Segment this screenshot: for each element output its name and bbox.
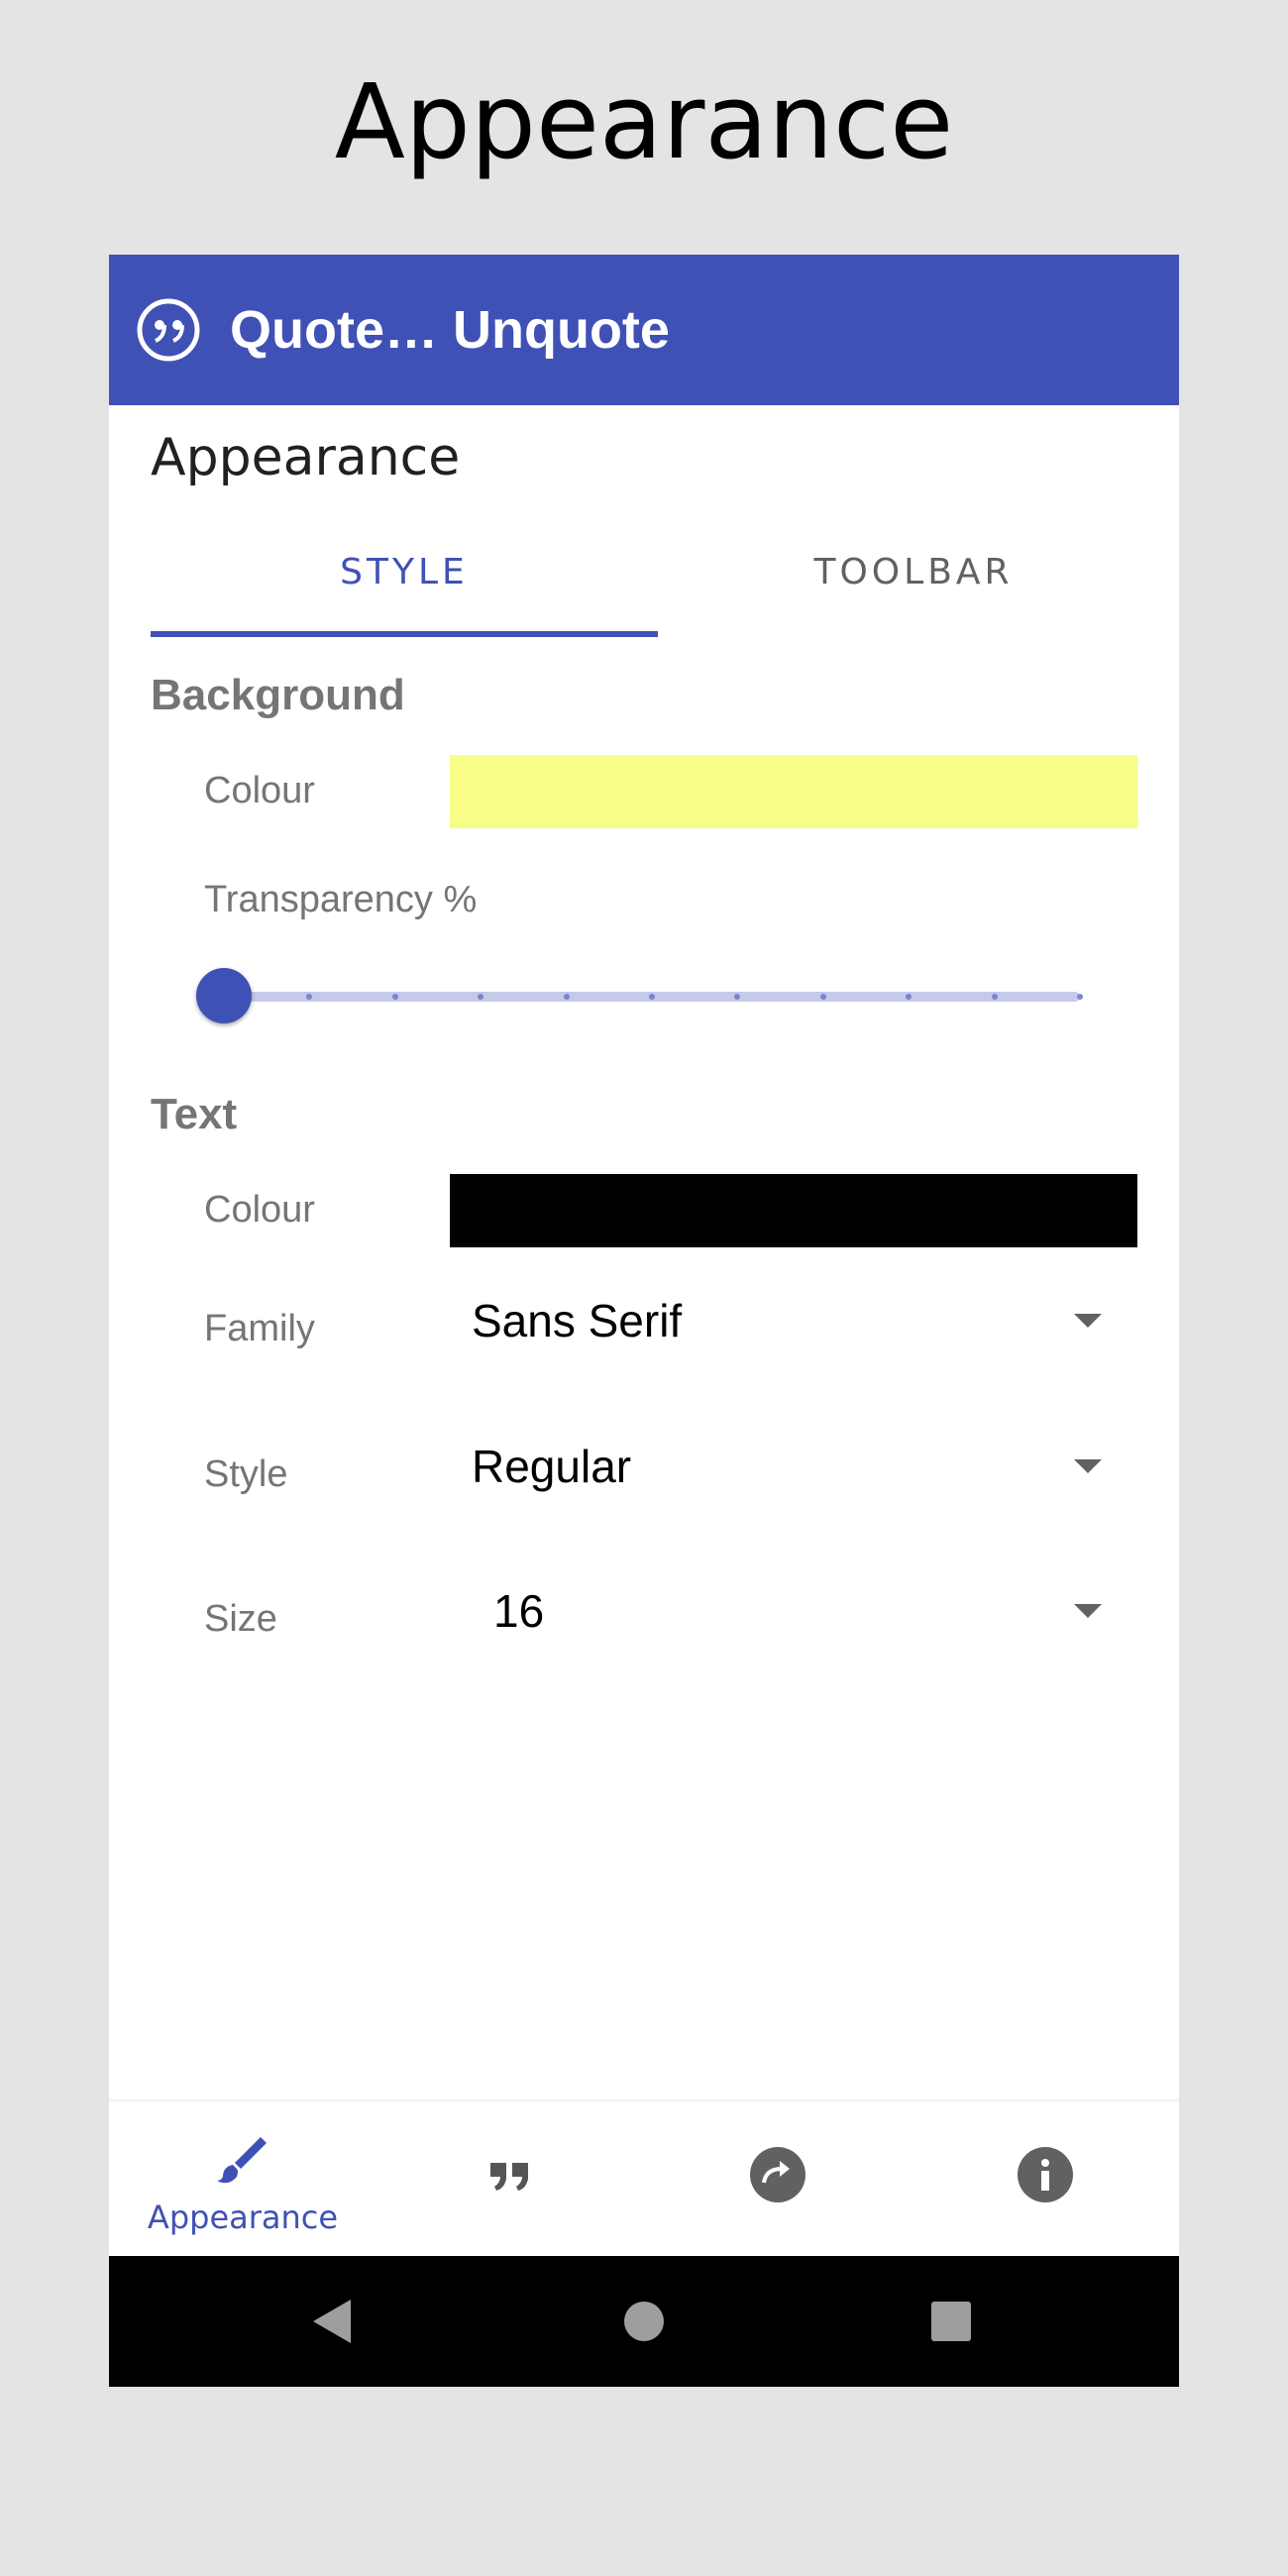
size-value: 16 — [493, 1585, 545, 1637]
background-colour-swatch[interactable] — [450, 755, 1137, 828]
slider-tick — [1077, 994, 1083, 1000]
slider-tick — [819, 994, 826, 1000]
paintbrush-icon — [217, 2137, 267, 2184]
app-bar: Quote… Unquote — [109, 255, 1179, 405]
page-heading: Appearance — [334, 61, 954, 182]
text-colour-swatch[interactable] — [450, 1174, 1137, 1247]
transparency-label: Transparency % — [204, 879, 478, 920]
refresh-icon — [750, 2147, 805, 2202]
app-title: Quote… Unquote — [230, 300, 670, 360]
slider-tick — [991, 994, 998, 1000]
quote-icon — [490, 2163, 528, 2191]
nav-item-refresh[interactable] — [644, 2101, 912, 2256]
family-dropdown[interactable]: Sans Serif — [450, 1276, 1137, 1365]
background-section-label: Background — [151, 671, 405, 719]
nav-item-appearance[interactable]: Appearance — [109, 2101, 376, 2256]
nav-label-appearance: Appearance — [147, 2199, 339, 2236]
size-dropdown[interactable]: 16 — [450, 1566, 1137, 1656]
style-value: Regular — [472, 1441, 632, 1492]
phone-screen: Quote… Unquote Appearance STYLE TOOLBAR … — [109, 255, 1179, 2387]
style-label: Style — [204, 1453, 288, 1495]
text-section-label: Text — [151, 1090, 238, 1138]
size-label: Size — [204, 1598, 277, 1640]
slider-tick — [649, 994, 655, 1000]
nav-item-quotes[interactable] — [376, 2101, 644, 2256]
text-colour-label: Colour — [204, 1189, 315, 1231]
dropdown-arrow-icon — [1074, 1604, 1102, 1618]
home-icon[interactable] — [604, 2282, 684, 2361]
tab-indicator — [151, 631, 658, 637]
bottom-navigation: Appearance — [109, 2099, 1179, 2256]
family-label: Family — [204, 1308, 315, 1349]
style-dropdown[interactable]: Regular — [450, 1422, 1137, 1511]
recents-icon[interactable] — [912, 2282, 991, 2361]
family-value: Sans Serif — [472, 1295, 683, 1346]
nav-item-info[interactable] — [912, 2101, 1179, 2256]
transparency-slider[interactable] — [194, 960, 1086, 1029]
quote-circle-icon — [137, 298, 200, 362]
dropdown-arrow-icon — [1074, 1459, 1102, 1473]
slider-tick — [563, 994, 570, 1000]
screen-title: Appearance — [151, 428, 461, 487]
slider-tick — [391, 994, 398, 1000]
back-icon[interactable] — [293, 2282, 373, 2361]
system-navigation-bar — [109, 2256, 1179, 2387]
tab-style[interactable]: STYLE — [151, 522, 658, 623]
info-icon — [1018, 2147, 1073, 2202]
background-colour-label: Colour — [204, 770, 315, 811]
tab-toolbar[interactable]: TOOLBAR — [660, 522, 1167, 623]
dropdown-arrow-icon — [1074, 1314, 1102, 1328]
slider-thumb[interactable] — [196, 968, 252, 1023]
